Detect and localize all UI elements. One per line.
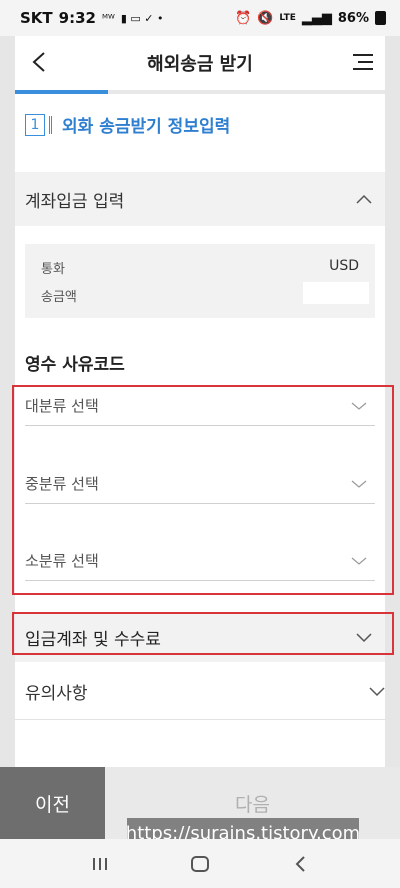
status-indicator: ᴹᵂ — [101, 11, 115, 25]
carrier: SKT — [20, 9, 53, 27]
currency-label: 통화 — [41, 262, 65, 277]
amount-field[interactable] — [303, 282, 369, 304]
recent-apps-button[interactable] — [80, 849, 120, 879]
page-title: 해외송금 받기 — [147, 54, 253, 75]
section-deposit-input[interactable]: 계좌입금 입력 — [15, 172, 385, 226]
nav-back-icon — [295, 855, 305, 872]
receipt-code-title: 영수 사유코드 — [25, 355, 125, 375]
remit-info-box: 통화 USD 송금액 — [25, 244, 375, 318]
highlight-account-row — [12, 612, 394, 655]
menu-button[interactable] — [349, 50, 373, 74]
notification-icons: ▮ ▭ ✓ • — [120, 11, 164, 25]
battery-percent: 86% — [337, 10, 369, 26]
battery-icon — [375, 11, 386, 25]
currency-value: USD — [329, 258, 359, 274]
home-icon — [191, 855, 209, 872]
nav-back-button[interactable] — [280, 849, 320, 879]
highlight-receipt-selects — [12, 385, 394, 595]
step-indicator: 1 외화 송금받기 정보입력 — [25, 112, 230, 137]
hamburger-line — [353, 68, 373, 70]
step-label: 외화 송금받기 정보입력 — [62, 117, 231, 137]
back-arrow-icon — [32, 52, 45, 72]
progress-fill — [15, 90, 108, 94]
home-button[interactable] — [180, 849, 220, 879]
section-label: 계좌입금 입력 — [25, 191, 125, 212]
signal-icon: ▂▄▆ — [301, 10, 332, 26]
progress-bar — [15, 90, 385, 94]
mute-icon: 🔇 — [257, 10, 274, 26]
back-button[interactable] — [27, 50, 51, 74]
prev-button[interactable]: 이전 — [0, 767, 105, 839]
recent-apps-icon — [93, 857, 107, 870]
hamburger-line — [358, 61, 373, 63]
chevron-up-icon — [356, 194, 372, 204]
step-divider — [49, 115, 52, 134]
network-type: LTE — [279, 13, 296, 23]
status-bar: SKT 9:32 ᴹᵂ ▮ ▭ ✓ • ⏰ 🔇 LTE ▂▄▆ 86% — [0, 0, 400, 36]
clock: 9:32 — [58, 9, 96, 27]
amount-label: 송금액 — [41, 290, 77, 305]
step-number: 1 — [25, 113, 45, 136]
chevron-down-icon — [369, 687, 385, 697]
header: 해외송금 받기 — [15, 36, 385, 90]
notice-label: 유의사항 — [25, 684, 88, 704]
alarm-icon: ⏰ — [234, 10, 252, 26]
notice-row[interactable]: 유의사항 — [15, 664, 385, 720]
system-nav-bar — [0, 839, 400, 888]
hamburger-menu-icon — [353, 54, 373, 56]
